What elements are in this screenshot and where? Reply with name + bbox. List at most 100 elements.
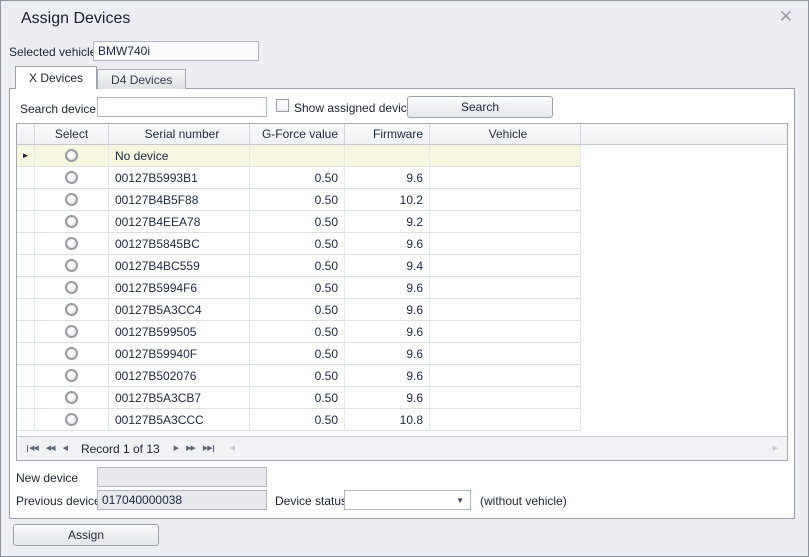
prev-record-button[interactable]: ◀ <box>59 437 71 460</box>
radio-button[interactable] <box>65 259 78 272</box>
table-row[interactable]: 00127B5845BC0.509.6 <box>17 233 787 255</box>
prev-page-button[interactable]: ◀◀ <box>42 437 59 460</box>
firmware-cell: 10.8 <box>345 409 430 431</box>
firmware-cell: 10.2 <box>345 189 430 211</box>
radio-button[interactable] <box>65 171 78 184</box>
row-indicator <box>17 409 35 431</box>
select-cell[interactable] <box>35 365 109 387</box>
table-row[interactable]: 00127B5A3CC40.509.6 <box>17 299 787 321</box>
select-cell[interactable] <box>35 387 109 409</box>
table-row[interactable]: 00127B5994F60.509.6 <box>17 277 787 299</box>
firmware-cell: 9.6 <box>345 167 430 189</box>
vehicle-cell <box>430 277 581 299</box>
search-input[interactable] <box>97 97 267 117</box>
header-firmware[interactable]: Firmware <box>345 124 430 144</box>
close-icon[interactable]: ✕ <box>779 8 793 25</box>
radio-button[interactable] <box>65 303 78 316</box>
search-button[interactable]: Search <box>407 96 553 118</box>
select-cell[interactable] <box>35 321 109 343</box>
serial-number-cell: 00127B59940F <box>109 343 250 365</box>
header-select[interactable]: Select <box>35 124 109 144</box>
select-cell[interactable] <box>35 167 109 189</box>
gforce-value-cell: 0.50 <box>250 343 345 365</box>
next-record-button[interactable]: ▶ <box>170 437 182 460</box>
radio-button[interactable] <box>65 325 78 338</box>
row-indicator <box>17 321 35 343</box>
table-row[interactable]: 00127B4BC5590.509.4 <box>17 255 787 277</box>
select-cell[interactable] <box>35 277 109 299</box>
row-indicator <box>17 211 35 233</box>
first-record-button[interactable]: ◀◀ <box>23 437 42 460</box>
table-row[interactable]: 00127B5020760.509.6 <box>17 365 787 387</box>
select-cell[interactable] <box>35 299 109 321</box>
tab-d4-devices[interactable]: D4 Devices <box>97 69 186 89</box>
gforce-value-cell: 0.50 <box>250 211 345 233</box>
firmware-cell: 9.4 <box>345 255 430 277</box>
next-page-button[interactable]: ▶▶ <box>182 437 199 460</box>
radio-button[interactable] <box>65 347 78 360</box>
header-gforce-value[interactable]: G-Force value <box>250 124 345 144</box>
select-cell[interactable] <box>35 233 109 255</box>
table-row[interactable]: 00127B5A3CB70.509.6 <box>17 387 787 409</box>
table-row[interactable]: 00127B4B5F880.5010.2 <box>17 189 787 211</box>
select-cell[interactable] <box>35 255 109 277</box>
selected-vehicle-field[interactable]: BMW740i <box>93 41 259 61</box>
radio-button[interactable] <box>65 237 78 250</box>
show-assigned-label: Show assigned devices <box>294 101 419 115</box>
firmware-cell: 9.6 <box>345 299 430 321</box>
tab-strip: X Devices D4 Devices <box>15 66 186 89</box>
gforce-value-cell: 0.50 <box>250 409 345 431</box>
row-indicator <box>17 343 35 365</box>
device-status-label: Device status <box>275 494 347 508</box>
table-row[interactable]: 00127B59940F0.509.6 <box>17 343 787 365</box>
header-vehicle[interactable]: Vehicle <box>430 124 581 144</box>
vehicle-cell <box>430 299 581 321</box>
scroll-left-icon[interactable]: ◀ <box>226 437 238 460</box>
table-row[interactable]: 00127B5995050.509.6 <box>17 321 787 343</box>
record-count-text: Record 1 of 13 <box>71 442 170 456</box>
assign-button[interactable]: Assign <box>13 524 159 546</box>
row-filler <box>581 189 787 211</box>
device-status-dropdown[interactable]: ▼ <box>344 490 471 510</box>
last-record-button[interactable]: ▶▶ <box>199 437 218 460</box>
radio-button[interactable] <box>65 215 78 228</box>
table-row[interactable]: 00127B4EEA780.509.2 <box>17 211 787 233</box>
radio-button[interactable] <box>65 281 78 294</box>
select-cell[interactable] <box>35 145 109 167</box>
row-filler <box>581 343 787 365</box>
row-filler <box>581 233 787 255</box>
vehicle-cell <box>430 365 581 387</box>
grid-body: ►No device00127B5993B10.509.600127B4B5F8… <box>17 145 787 436</box>
table-row[interactable]: ►No device <box>17 145 787 167</box>
table-row[interactable]: 00127B5993B10.509.6 <box>17 167 787 189</box>
chevron-down-icon: ▼ <box>456 496 464 505</box>
row-filler <box>581 299 787 321</box>
select-cell[interactable] <box>35 343 109 365</box>
header-serial-number[interactable]: Serial number <box>109 124 250 144</box>
radio-button[interactable] <box>65 391 78 404</box>
select-cell[interactable] <box>35 189 109 211</box>
row-filler <box>581 365 787 387</box>
gforce-value-cell: 0.50 <box>250 321 345 343</box>
select-cell[interactable] <box>35 409 109 431</box>
devices-grid: Select Serial number G-Force value Firmw… <box>16 123 788 461</box>
selected-vehicle-label: Selected vehicle <box>9 45 96 59</box>
scroll-right-icon[interactable]: ▶ <box>769 437 781 460</box>
row-indicator <box>17 365 35 387</box>
row-indicator <box>17 233 35 255</box>
row-filler <box>581 167 787 189</box>
select-cell[interactable] <box>35 211 109 233</box>
row-filler <box>581 387 787 409</box>
radio-button[interactable] <box>65 149 78 162</box>
table-row[interactable]: 00127B5A3CCC0.5010.8 <box>17 409 787 431</box>
gforce-value-cell: 0.50 <box>250 189 345 211</box>
radio-button[interactable] <box>65 413 78 426</box>
row-filler <box>581 255 787 277</box>
serial-number-cell: 00127B5A3CC4 <box>109 299 250 321</box>
show-assigned-checkbox[interactable] <box>276 99 289 112</box>
gforce-value-cell: 0.50 <box>250 255 345 277</box>
radio-button[interactable] <box>65 193 78 206</box>
tab-x-devices[interactable]: X Devices <box>15 66 97 89</box>
firmware-cell: 9.2 <box>345 211 430 233</box>
radio-button[interactable] <box>65 369 78 382</box>
